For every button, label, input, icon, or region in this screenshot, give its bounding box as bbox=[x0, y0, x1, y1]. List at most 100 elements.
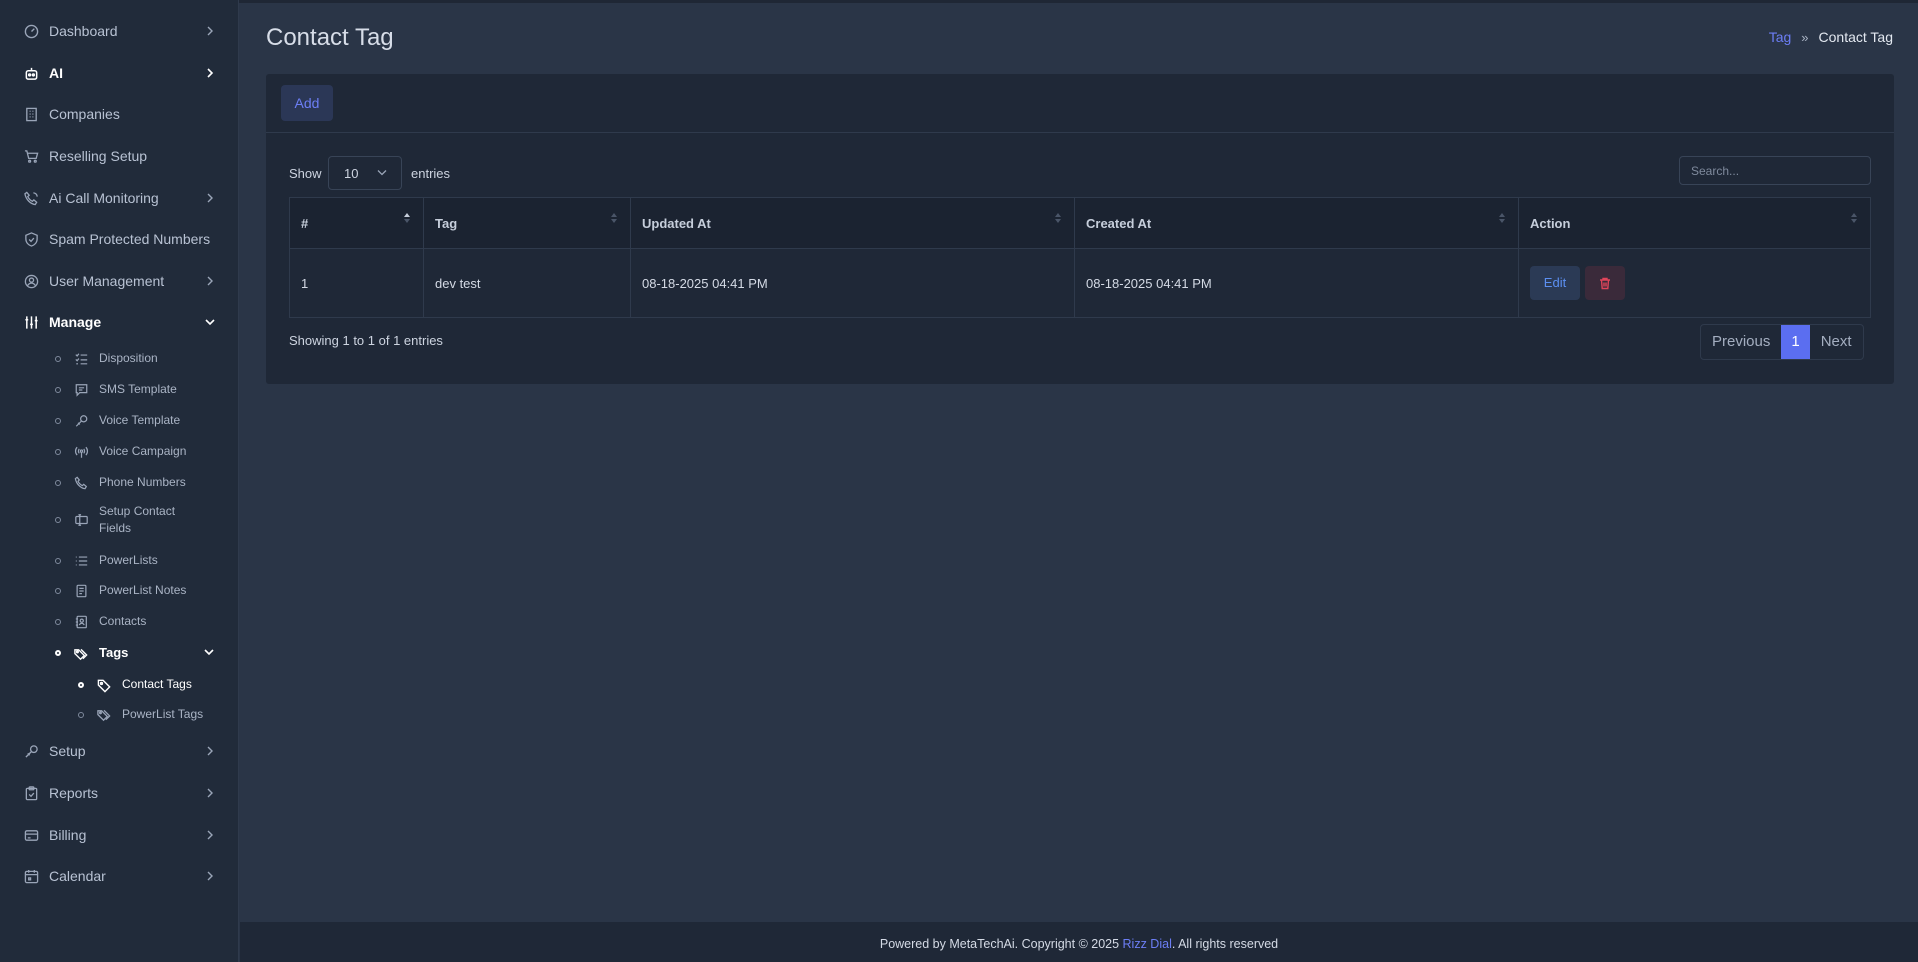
form-field-icon bbox=[73, 512, 89, 528]
sidebar-subitem-label: Voice Campaign bbox=[99, 444, 187, 458]
sort-asc-icon bbox=[403, 212, 411, 224]
cell-tag: dev test bbox=[423, 248, 631, 318]
sidebar-item-user-management[interactable]: User Management bbox=[0, 263, 239, 299]
sidebar-subitem-voice-campaign[interactable]: Voice Campaign bbox=[0, 443, 239, 461]
sidebar-item-ai[interactable]: AI bbox=[0, 55, 239, 91]
page-length-select[interactable]: 10 bbox=[328, 156, 402, 190]
sidebar-subitem-label: Contacts bbox=[99, 614, 147, 628]
cart-icon bbox=[23, 148, 39, 164]
table-info: Showing 1 to 1 of 1 entries bbox=[289, 333, 443, 348]
pagination-next[interactable]: Next bbox=[1810, 325, 1863, 359]
add-button[interactable]: Add bbox=[281, 85, 333, 121]
sidebar-subitem-contact-tags[interactable]: Contact Tags bbox=[0, 676, 239, 694]
sidebar-subitem-label: Phone Numbers bbox=[99, 475, 186, 489]
sidebar-subitem-label: Voice Template bbox=[99, 413, 181, 427]
trash-icon bbox=[1599, 277, 1611, 290]
sidebar: Dashboard AI Companies Reselling Setup A… bbox=[0, 0, 239, 962]
sidebar-item-manage[interactable]: Manage bbox=[0, 304, 239, 340]
column-header-tag[interactable]: Tag bbox=[423, 197, 631, 249]
sidebar-item-label: Reselling Setup bbox=[49, 148, 148, 164]
notes-icon bbox=[73, 583, 89, 599]
column-header-label: Action bbox=[1530, 215, 1571, 231]
phone-icon bbox=[73, 475, 89, 491]
sidebar-item-reports[interactable]: Reports bbox=[0, 775, 239, 811]
list-check-icon bbox=[73, 351, 89, 367]
user-circle-icon bbox=[23, 273, 39, 289]
search-input[interactable] bbox=[1679, 156, 1871, 185]
sidebar-subitem-powerlist-tags[interactable]: PowerList Tags bbox=[0, 706, 239, 724]
sidebar-item-billing[interactable]: Billing bbox=[0, 817, 239, 853]
column-header-num[interactable]: # bbox=[289, 197, 424, 249]
column-header-updated-at[interactable]: Updated At bbox=[630, 197, 1075, 249]
list-icon bbox=[73, 553, 89, 569]
sidebar-item-reselling-setup[interactable]: Reselling Setup bbox=[0, 138, 239, 174]
sidebar-subitem-powerlist-notes[interactable]: PowerList Notes bbox=[0, 582, 239, 600]
sidebar-item-label: Dashboard bbox=[49, 23, 118, 39]
sidebar-subitem-label: PowerList Tags bbox=[122, 707, 204, 721]
cell-updated-at: 08-18-2025 04:41 PM bbox=[630, 248, 1075, 318]
sidebar-item-label: User Management bbox=[49, 273, 165, 289]
robot-icon bbox=[23, 65, 39, 81]
bullet-icon bbox=[78, 682, 84, 688]
bullet-icon bbox=[55, 356, 61, 362]
sidebar-item-label: Setup bbox=[49, 743, 86, 759]
sidebar-item-setup[interactable]: Setup bbox=[0, 733, 239, 769]
footer-suffix: . All rights reserved bbox=[1171, 937, 1279, 951]
bullet-icon bbox=[55, 480, 61, 486]
pagination-page-1[interactable]: 1 bbox=[1781, 325, 1810, 359]
sidebar-item-calendar[interactable]: Calendar bbox=[0, 858, 239, 894]
sidebar-item-dashboard[interactable]: Dashboard bbox=[0, 13, 239, 49]
sidebar-subitem-contacts[interactable]: Contacts bbox=[0, 613, 239, 631]
sidebar-item-companies[interactable]: Companies bbox=[0, 96, 239, 132]
column-header-label: Created At bbox=[1086, 215, 1152, 231]
sidebar-subitem-label: Disposition bbox=[99, 351, 158, 365]
sidebar-item-label: Billing bbox=[49, 827, 87, 843]
bullet-icon bbox=[55, 449, 61, 455]
chevron-right-icon bbox=[204, 787, 216, 799]
delete-button[interactable] bbox=[1585, 266, 1625, 300]
building-icon bbox=[23, 106, 39, 122]
sidebar-item-label: AI bbox=[49, 65, 63, 81]
sidebar-subitem-phone-numbers[interactable]: Phone Numbers bbox=[0, 474, 239, 492]
microphone-icon bbox=[73, 413, 89, 429]
column-header-created-at[interactable]: Created At bbox=[1074, 197, 1519, 249]
card-header: Add bbox=[266, 74, 1894, 133]
sidebar-item-ai-call-monitoring[interactable]: Ai Call Monitoring bbox=[0, 180, 239, 216]
sidebar-subitem-tags[interactable]: Tags bbox=[0, 644, 239, 664]
edit-button[interactable]: Edit bbox=[1530, 266, 1580, 300]
chevron-down-icon bbox=[204, 648, 214, 656]
column-header-label: # bbox=[301, 215, 309, 231]
sidebar-item-label: Calendar bbox=[49, 868, 106, 884]
credit-card-icon bbox=[23, 827, 39, 843]
bullet-icon bbox=[55, 588, 61, 594]
chevron-right-icon bbox=[204, 25, 216, 37]
sidebar-subitem-label: Tags bbox=[99, 645, 129, 660]
show-label: Show bbox=[289, 166, 322, 181]
sort-icon bbox=[1498, 212, 1506, 224]
footer-brand-link[interactable]: Rizz Dial bbox=[1123, 937, 1172, 951]
bullet-icon bbox=[78, 712, 84, 718]
sidebar-subitem-disposition[interactable]: Disposition bbox=[0, 350, 239, 368]
chevron-right-icon bbox=[204, 829, 216, 841]
sidebar-item-spam-protected-numbers[interactable]: Spam Protected Numbers bbox=[0, 221, 239, 257]
bullet-icon bbox=[55, 558, 61, 564]
sidebar-subitem-powerlists[interactable]: PowerLists bbox=[0, 552, 239, 570]
breadcrumb-separator: » bbox=[1801, 29, 1809, 45]
pagination-previous[interactable]: Previous bbox=[1701, 325, 1781, 359]
sidebar-subitem-label: SMS Template bbox=[99, 382, 177, 396]
column-header-action[interactable]: Action bbox=[1518, 197, 1871, 249]
sidebar-subitem-sms-template[interactable]: SMS Template bbox=[0, 381, 239, 399]
sidebar-item-label: Companies bbox=[49, 106, 120, 122]
dashboard-icon bbox=[23, 23, 39, 39]
bullet-icon bbox=[55, 619, 61, 625]
entries-label: entries bbox=[411, 166, 451, 181]
sidebar-subitem-voice-template[interactable]: Voice Template bbox=[0, 412, 239, 430]
sort-icon bbox=[610, 212, 618, 224]
sidebar-item-label: Ai Call Monitoring bbox=[49, 190, 159, 206]
chevron-right-icon bbox=[204, 192, 216, 204]
chevron-right-icon bbox=[204, 870, 216, 882]
chevron-right-icon bbox=[204, 67, 216, 79]
sidebar-subitem-setup-contact-fields[interactable]: Setup Contact Fields bbox=[0, 503, 239, 537]
breadcrumb-link-tag[interactable]: Tag bbox=[1769, 29, 1792, 45]
column-header-label: Updated At bbox=[642, 215, 711, 231]
